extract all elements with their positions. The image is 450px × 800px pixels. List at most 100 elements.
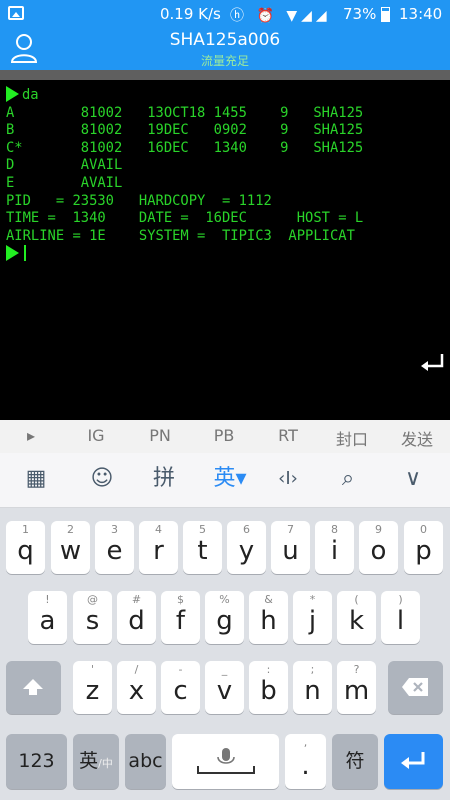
terminal-line: A 81002 13OCT18 1455 9 SHA125 — [6, 104, 364, 121]
emoji-icon[interactable]: ☺ — [84, 463, 120, 495]
terminal-enter-icon[interactable] — [418, 352, 446, 376]
key-label: y — [238, 536, 255, 566]
key-r[interactable]: 4r — [139, 521, 178, 574]
key-alt-label: 1 — [22, 523, 29, 536]
key-label: m — [343, 676, 370, 706]
key-alt-label: @ — [87, 593, 98, 606]
key-e[interactable]: 3e — [95, 521, 134, 574]
key-label: v — [216, 676, 233, 706]
key-p[interactable]: 0p — [404, 521, 443, 574]
terminal-line: PID = 23530 HARDCOPY = 1112 — [6, 192, 272, 209]
language-switch-key[interactable]: 英/中 — [73, 734, 119, 789]
shortcut-ig-button[interactable]: IG — [69, 426, 123, 445]
status-icons: ⓗ ⏰ ▼◢◢ — [230, 8, 331, 24]
key-alt-label: & — [264, 593, 273, 606]
key-b[interactable]: :b — [249, 661, 288, 714]
terminal-line: D AVAIL — [6, 157, 123, 174]
english-mode-button[interactable]: 英▾ — [208, 463, 252, 495]
key-h[interactable]: & h — [249, 591, 288, 644]
image-notification-icon — [8, 6, 24, 20]
key-o[interactable]: 9o — [359, 521, 398, 574]
key-label: j — [308, 606, 317, 636]
key-alt-label: 2 — [67, 523, 74, 536]
shortcut-rt-button[interactable]: RT — [261, 426, 315, 445]
pinyin-button[interactable]: 拼 — [146, 463, 182, 495]
key-alt-label: * — [309, 593, 316, 606]
key-alt-label: ( — [354, 593, 359, 606]
key-a[interactable]: ! a — [28, 591, 67, 644]
input-line[interactable] — [6, 245, 363, 264]
key-g[interactable]: % g — [205, 591, 244, 644]
key-alt-label: / — [134, 663, 139, 676]
key-alt-label: 0 — [420, 523, 427, 536]
terminal-line: TIME = 1340 DATE = 16DEC HOST = L — [6, 210, 364, 227]
key-alt-label: ; — [310, 663, 315, 676]
key-d[interactable]: # d — [117, 591, 156, 644]
soft-keyboard: ▦ ☺ 拼 英▾ ‹I› ⌕ ∨ 1q 2w 3e 4r 5t 6y 7u 8i… — [0, 453, 450, 800]
key-j[interactable]: * j — [293, 591, 332, 644]
key-n[interactable]: ; n — [293, 661, 332, 714]
key-y[interactable]: 6y — [227, 521, 266, 574]
abc-key[interactable]: abc — [125, 734, 166, 789]
key-l[interactable]: ) l — [381, 591, 420, 644]
shortcut-expand-button[interactable]: ▸ — [4, 426, 58, 445]
key-z[interactable]: ' z — [73, 661, 112, 714]
cursor-move-icon[interactable]: ‹I› — [268, 463, 308, 495]
period-key[interactable]: ,. — [285, 734, 326, 789]
key-label: a — [39, 606, 56, 636]
prompt-icon — [6, 245, 19, 262]
shift-key[interactable] — [6, 661, 61, 714]
key-q[interactable]: 1q — [6, 521, 45, 574]
key-alt-label: $ — [177, 593, 184, 606]
shortcut-pn-button[interactable]: PN — [133, 426, 187, 445]
key-label: t — [197, 536, 208, 566]
terminal-screen[interactable]: da A 81002 13OCT18 1455 9 SHA125 B 81002… — [0, 80, 450, 420]
key-u[interactable]: 7u — [271, 521, 310, 574]
key-label: 123 — [18, 750, 55, 772]
key-label: z — [85, 676, 100, 706]
key-label: 符 — [345, 750, 365, 772]
shortcut-pb-button[interactable]: PB — [197, 426, 251, 445]
key-alt-label: , — [303, 736, 308, 749]
command-line: da — [6, 86, 363, 105]
terminal-line: AIRLINE = 1E SYSTEM = TIPIC3 APPLICAT — [6, 227, 355, 244]
key-k[interactable]: (k — [337, 591, 376, 644]
key-w[interactable]: 2w — [51, 521, 90, 574]
space-key[interactable] — [172, 734, 279, 789]
key-f[interactable]: $ f — [161, 591, 200, 644]
terminal-line: B 81002 19DEC 0902 9 SHA125 — [6, 122, 364, 139]
key-s[interactable]: @ s — [73, 591, 112, 644]
enter-key[interactable] — [384, 734, 443, 789]
key-t[interactable]: 5t — [183, 521, 222, 574]
shortcut-send-button[interactable]: 发送 — [390, 426, 444, 450]
numbers-key[interactable]: 123 — [6, 734, 67, 789]
key-v[interactable]: _ v — [205, 661, 244, 714]
key-label: c — [173, 676, 188, 706]
key-alt-label: 8 — [331, 523, 338, 536]
collapse-keyboard-icon[interactable]: ∨ — [395, 463, 431, 495]
key-alt-label: - — [178, 663, 183, 676]
search-icon[interactable]: ⌕ — [330, 463, 366, 495]
key-label: . — [301, 751, 310, 781]
key-label: u — [282, 536, 299, 566]
grid-icon[interactable]: ▦ — [18, 463, 54, 495]
key-x[interactable]: / x — [117, 661, 156, 714]
key-m[interactable]: ? m — [337, 661, 376, 714]
key-label: h — [260, 606, 277, 636]
backspace-key[interactable] — [388, 661, 443, 714]
key-alt-label: 4 — [155, 523, 162, 536]
key-alt-label: : — [266, 663, 271, 676]
text-cursor — [24, 245, 26, 262]
key-c[interactable]: -c — [161, 661, 200, 714]
shortcut-seal-button[interactable]: 封口 — [325, 426, 379, 450]
key-i[interactable]: 8i — [315, 521, 354, 574]
key-label: i — [330, 536, 339, 566]
key-alt-label: 7 — [287, 523, 294, 536]
key-label: q — [17, 536, 34, 566]
key-label: o — [370, 536, 387, 566]
key-label: r — [153, 536, 164, 566]
key-label: x — [128, 676, 145, 706]
symbols-key[interactable]: 符 — [332, 734, 378, 789]
data-status: 流量充足 — [200, 54, 249, 68]
key-label: k — [348, 606, 365, 636]
